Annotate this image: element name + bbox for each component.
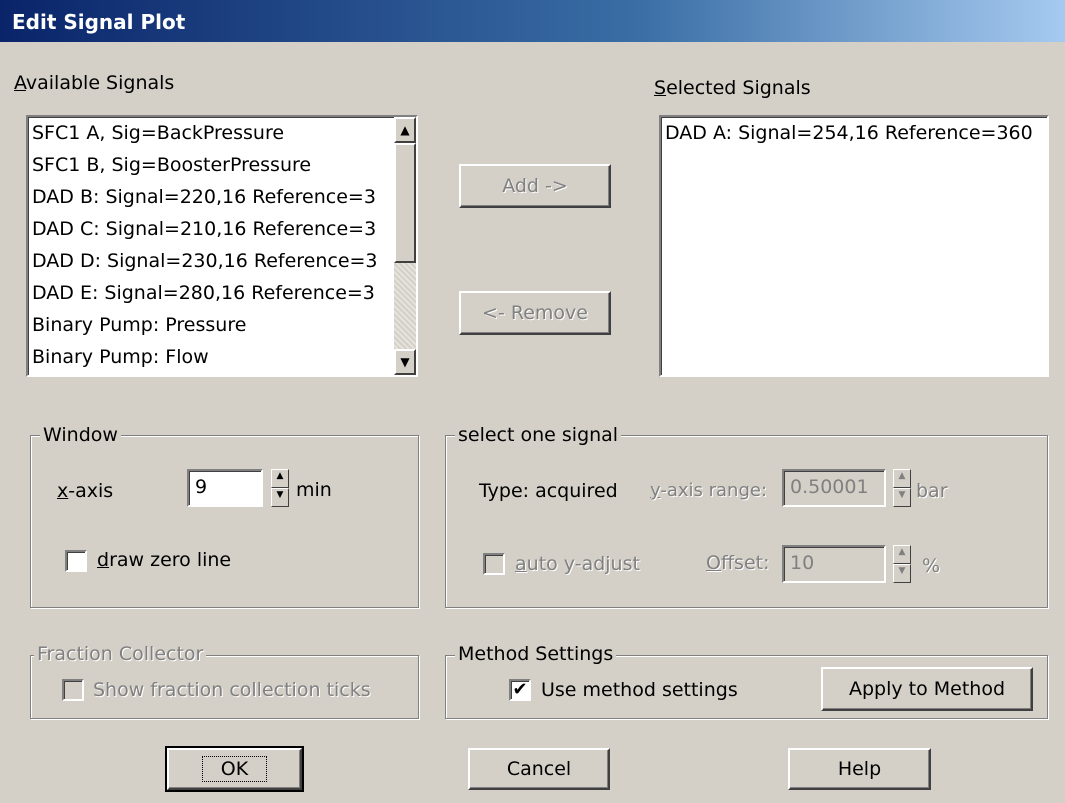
fraction-group-legend: Fraction Collector xyxy=(34,643,207,665)
available-signals-items: SFC1 A, Sig=BackPressure SFC1 B, Sig=Boo… xyxy=(28,117,388,373)
show-ticks-label[interactable]: Show fraction collection ticks xyxy=(93,679,371,701)
window-groupbox xyxy=(30,435,419,608)
offset-accel: O xyxy=(706,552,721,574)
selected-signals-label-text: elected Signals xyxy=(666,77,811,99)
available-signals-label: Available Signals xyxy=(14,72,174,94)
xaxis-label: x-axis xyxy=(57,480,113,502)
draw-zero-line-label[interactable]: draw zero line xyxy=(97,549,231,571)
available-signals-accel: A xyxy=(14,72,26,94)
list-item[interactable]: Binary Pump: Pressure xyxy=(28,309,388,341)
draw-zero-accel: d xyxy=(97,549,110,571)
selected-signals-accel: S xyxy=(654,77,667,99)
remove-button-label: <- Remove xyxy=(482,302,588,324)
window-title: Edit Signal Plot xyxy=(12,10,186,34)
auto-adjust-accel: a xyxy=(515,553,527,575)
available-signals-scrollbar[interactable]: ▲ ▼ xyxy=(394,117,416,375)
yrange-spinner[interactable]: ▲ ▼ xyxy=(893,469,911,507)
yrange-unit: bar xyxy=(916,480,948,502)
spin-down-icon[interactable]: ▼ xyxy=(893,488,911,507)
list-item[interactable]: DAD C: Signal=210,16 Reference=3 xyxy=(28,213,388,245)
draw-zero-line-checkbox[interactable] xyxy=(65,550,87,572)
list-item[interactable]: SFC1 B, Sig=BoosterPressure xyxy=(28,149,388,181)
auto-adjust-label[interactable]: auto y-adjust xyxy=(515,553,640,575)
list-item[interactable]: DAD D: Signal=230,16 Reference=3 xyxy=(28,245,388,277)
xaxis-unit: min xyxy=(296,479,332,501)
selected-signals-label: Selected Signals xyxy=(654,77,811,99)
scroll-down-arrow-icon[interactable]: ▼ xyxy=(394,349,416,375)
offset-spinner[interactable]: ▲ ▼ xyxy=(893,545,911,583)
ok-button-label: OK xyxy=(201,756,268,782)
yrange-label-text: -axis range: xyxy=(660,480,768,501)
xaxis-label-text: -axis xyxy=(68,480,114,502)
yrange-input[interactable]: 0.50001 xyxy=(782,469,886,507)
window-group-legend: Window xyxy=(40,424,121,446)
offset-unit: % xyxy=(922,555,941,577)
add-button[interactable]: Add -> xyxy=(459,164,611,208)
yrange-label: y-axis range: xyxy=(650,480,767,501)
type-label: Type: acquired xyxy=(479,480,618,502)
offset-label-text: ffset: xyxy=(720,552,770,574)
cancel-button[interactable]: Cancel xyxy=(468,748,610,790)
remove-button[interactable]: <- Remove xyxy=(459,291,611,335)
selected-signals-list[interactable]: DAD A: Signal=254,16 Reference=360 xyxy=(659,115,1049,377)
signal-group-legend: select one signal xyxy=(455,424,622,446)
cancel-button-label: Cancel xyxy=(506,758,572,780)
offset-label: Offset: xyxy=(706,552,770,574)
ok-button[interactable]: OK xyxy=(165,746,304,792)
use-method-label[interactable]: Use method settings xyxy=(541,679,738,701)
use-method-checkbox[interactable]: ✔ xyxy=(509,679,531,701)
apply-to-method-button[interactable]: Apply to Method xyxy=(821,667,1033,711)
list-item[interactable]: DAD E: Signal=280,16 Reference=3 xyxy=(28,277,388,309)
apply-button-label: Apply to Method xyxy=(848,678,1006,700)
xaxis-spinner[interactable]: ▲ ▼ xyxy=(271,469,289,507)
signal-groupbox xyxy=(445,435,1048,608)
help-button[interactable]: Help xyxy=(788,748,931,790)
xaxis-accel: x xyxy=(57,480,69,502)
spin-up-icon[interactable]: ▲ xyxy=(893,545,911,564)
offset-input[interactable]: 10 xyxy=(782,545,886,583)
list-item[interactable]: Binary Pump: Flow xyxy=(28,341,388,373)
auto-adjust-label-text: uto y-adjust xyxy=(526,553,640,575)
spin-down-icon[interactable]: ▼ xyxy=(271,488,289,507)
auto-adjust-checkbox[interactable] xyxy=(483,553,505,575)
draw-zero-line-label-text: raw zero line xyxy=(109,549,232,571)
scroll-thumb[interactable] xyxy=(394,143,416,263)
title-bar: Edit Signal Plot xyxy=(0,0,1065,42)
list-item[interactable]: DAD B: Signal=220,16 Reference=3 xyxy=(28,181,388,213)
available-signals-list[interactable]: SFC1 A, Sig=BackPressure SFC1 B, Sig=Boo… xyxy=(26,115,418,377)
method-group-legend: Method Settings xyxy=(455,643,617,665)
available-signals-label-text: vailable Signals xyxy=(25,72,175,94)
spin-up-icon[interactable]: ▲ xyxy=(893,469,911,488)
help-button-label: Help xyxy=(837,758,882,780)
add-button-label: Add -> xyxy=(502,175,568,197)
spin-down-icon[interactable]: ▼ xyxy=(893,564,911,583)
show-ticks-checkbox[interactable] xyxy=(62,679,84,701)
list-item[interactable]: SFC1 A, Sig=BackPressure xyxy=(28,117,388,149)
list-item[interactable]: DAD A: Signal=254,16 Reference=360 xyxy=(661,117,1047,149)
yrange-accel: y xyxy=(650,480,661,501)
scroll-up-arrow-icon[interactable]: ▲ xyxy=(394,117,416,143)
spin-up-icon[interactable]: ▲ xyxy=(271,469,289,488)
xaxis-input[interactable]: 9 xyxy=(187,469,263,507)
checkmark-icon: ✔ xyxy=(512,679,528,700)
